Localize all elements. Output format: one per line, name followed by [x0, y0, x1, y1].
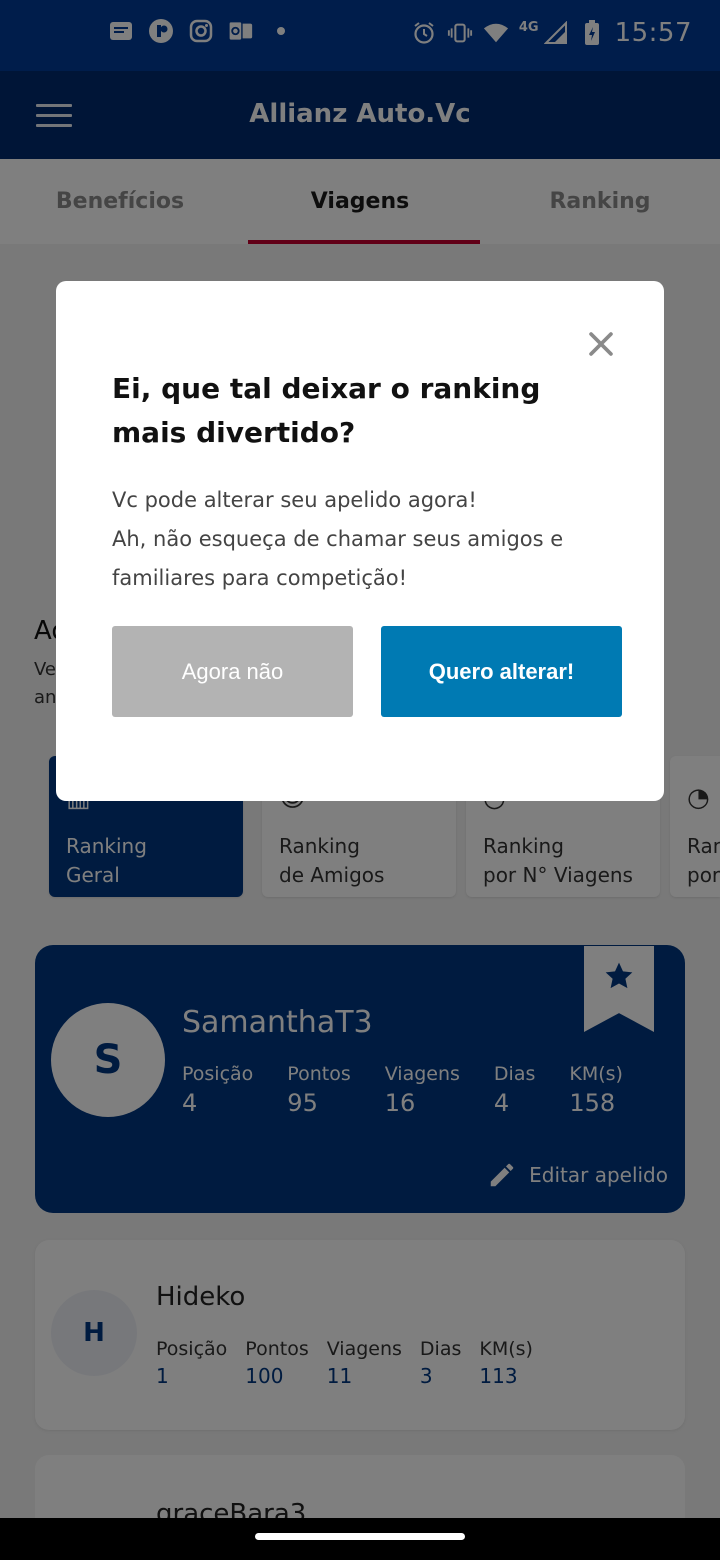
change-nickname-button[interactable]: Quero alterar! [381, 626, 622, 717]
not-now-button[interactable]: Agora não [112, 626, 353, 717]
system-nav-bar [0, 1518, 720, 1560]
dialog-title: Ei, que tal deixar o ranking mais divert… [112, 372, 541, 449]
dialog-body-line1: Vc pode alterar seu apelido agora! [112, 488, 477, 512]
dialog-body: Vc pode alterar seu apelido agora! Ah, n… [112, 481, 612, 598]
close-icon[interactable] [584, 327, 618, 361]
nickname-dialog: Ei, que tal deixar o ranking mais divert… [56, 281, 664, 801]
dialog-body-line2: Ah, não esqueça de chamar seus amigos e … [112, 527, 564, 590]
home-gesture-handle[interactable] [255, 1533, 465, 1540]
